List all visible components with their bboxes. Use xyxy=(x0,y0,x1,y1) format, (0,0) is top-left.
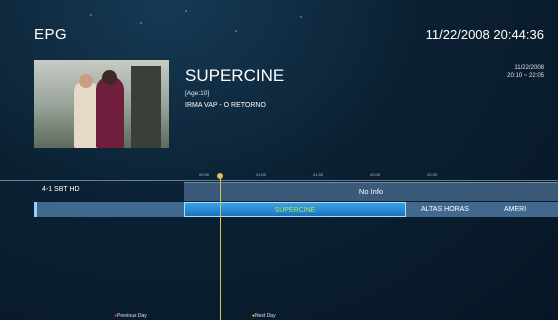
program-schedule: 11/22/2008 20:10 ~ 22:05 xyxy=(507,64,544,80)
program-cell-selected[interactable]: SUPERCINE xyxy=(184,202,406,217)
background-star xyxy=(140,22,142,24)
page-title: EPG xyxy=(34,26,68,43)
row-focus-marker xyxy=(34,202,37,217)
program-age: [Age:10] xyxy=(185,90,210,97)
video-preview xyxy=(34,60,169,148)
program-cell[interactable]: ALTAS HORAS xyxy=(410,202,480,217)
timeline-tick: 22:30 xyxy=(427,172,438,177)
preview-head-right xyxy=(102,70,117,85)
current-time-line xyxy=(220,176,221,320)
program-date: 11/22/2008 xyxy=(514,65,544,71)
preview-door xyxy=(131,66,161,148)
previous-day-label: Previous Day xyxy=(117,313,147,319)
channel-label: 4-1 SBT HD xyxy=(42,186,80,193)
timeline-tick: 21:30 xyxy=(313,172,324,177)
timeline-tick: 21:00 xyxy=(256,172,267,177)
epg-row-channel[interactable]: 4-1 SBT HD No Info xyxy=(0,182,558,201)
background-star xyxy=(185,10,187,12)
timeline-tick: 20:30 xyxy=(199,172,210,177)
background-star xyxy=(300,16,302,18)
datetime-display: 11/22/2008 20:44:36 xyxy=(425,27,544,42)
timeline-divider xyxy=(0,180,558,181)
program-time-range: 20:10 ~ 22:05 xyxy=(507,73,544,79)
program-name: IRMA VAP - O RETORNO xyxy=(185,102,266,109)
program-cell-no-info[interactable]: No Info xyxy=(184,182,558,201)
previous-day-hint[interactable]: ●Previous Day xyxy=(114,313,147,319)
preview-head-left xyxy=(79,74,93,88)
background-star xyxy=(90,14,92,16)
timeline-tick: 22:00 xyxy=(370,172,381,177)
preview-person-left xyxy=(74,80,98,148)
channel-title: SUPERCINE xyxy=(185,66,285,85)
next-day-label: Next Day xyxy=(255,313,276,319)
next-day-hint[interactable]: ●Next Day xyxy=(252,313,276,319)
preview-person-right xyxy=(96,76,124,148)
background-star xyxy=(235,30,237,32)
epg-row-programs[interactable]: SUPERCINE ALTAS HORAS AMERI xyxy=(34,202,558,217)
current-time-marker xyxy=(217,173,223,179)
program-cell[interactable]: AMERI xyxy=(504,202,558,217)
